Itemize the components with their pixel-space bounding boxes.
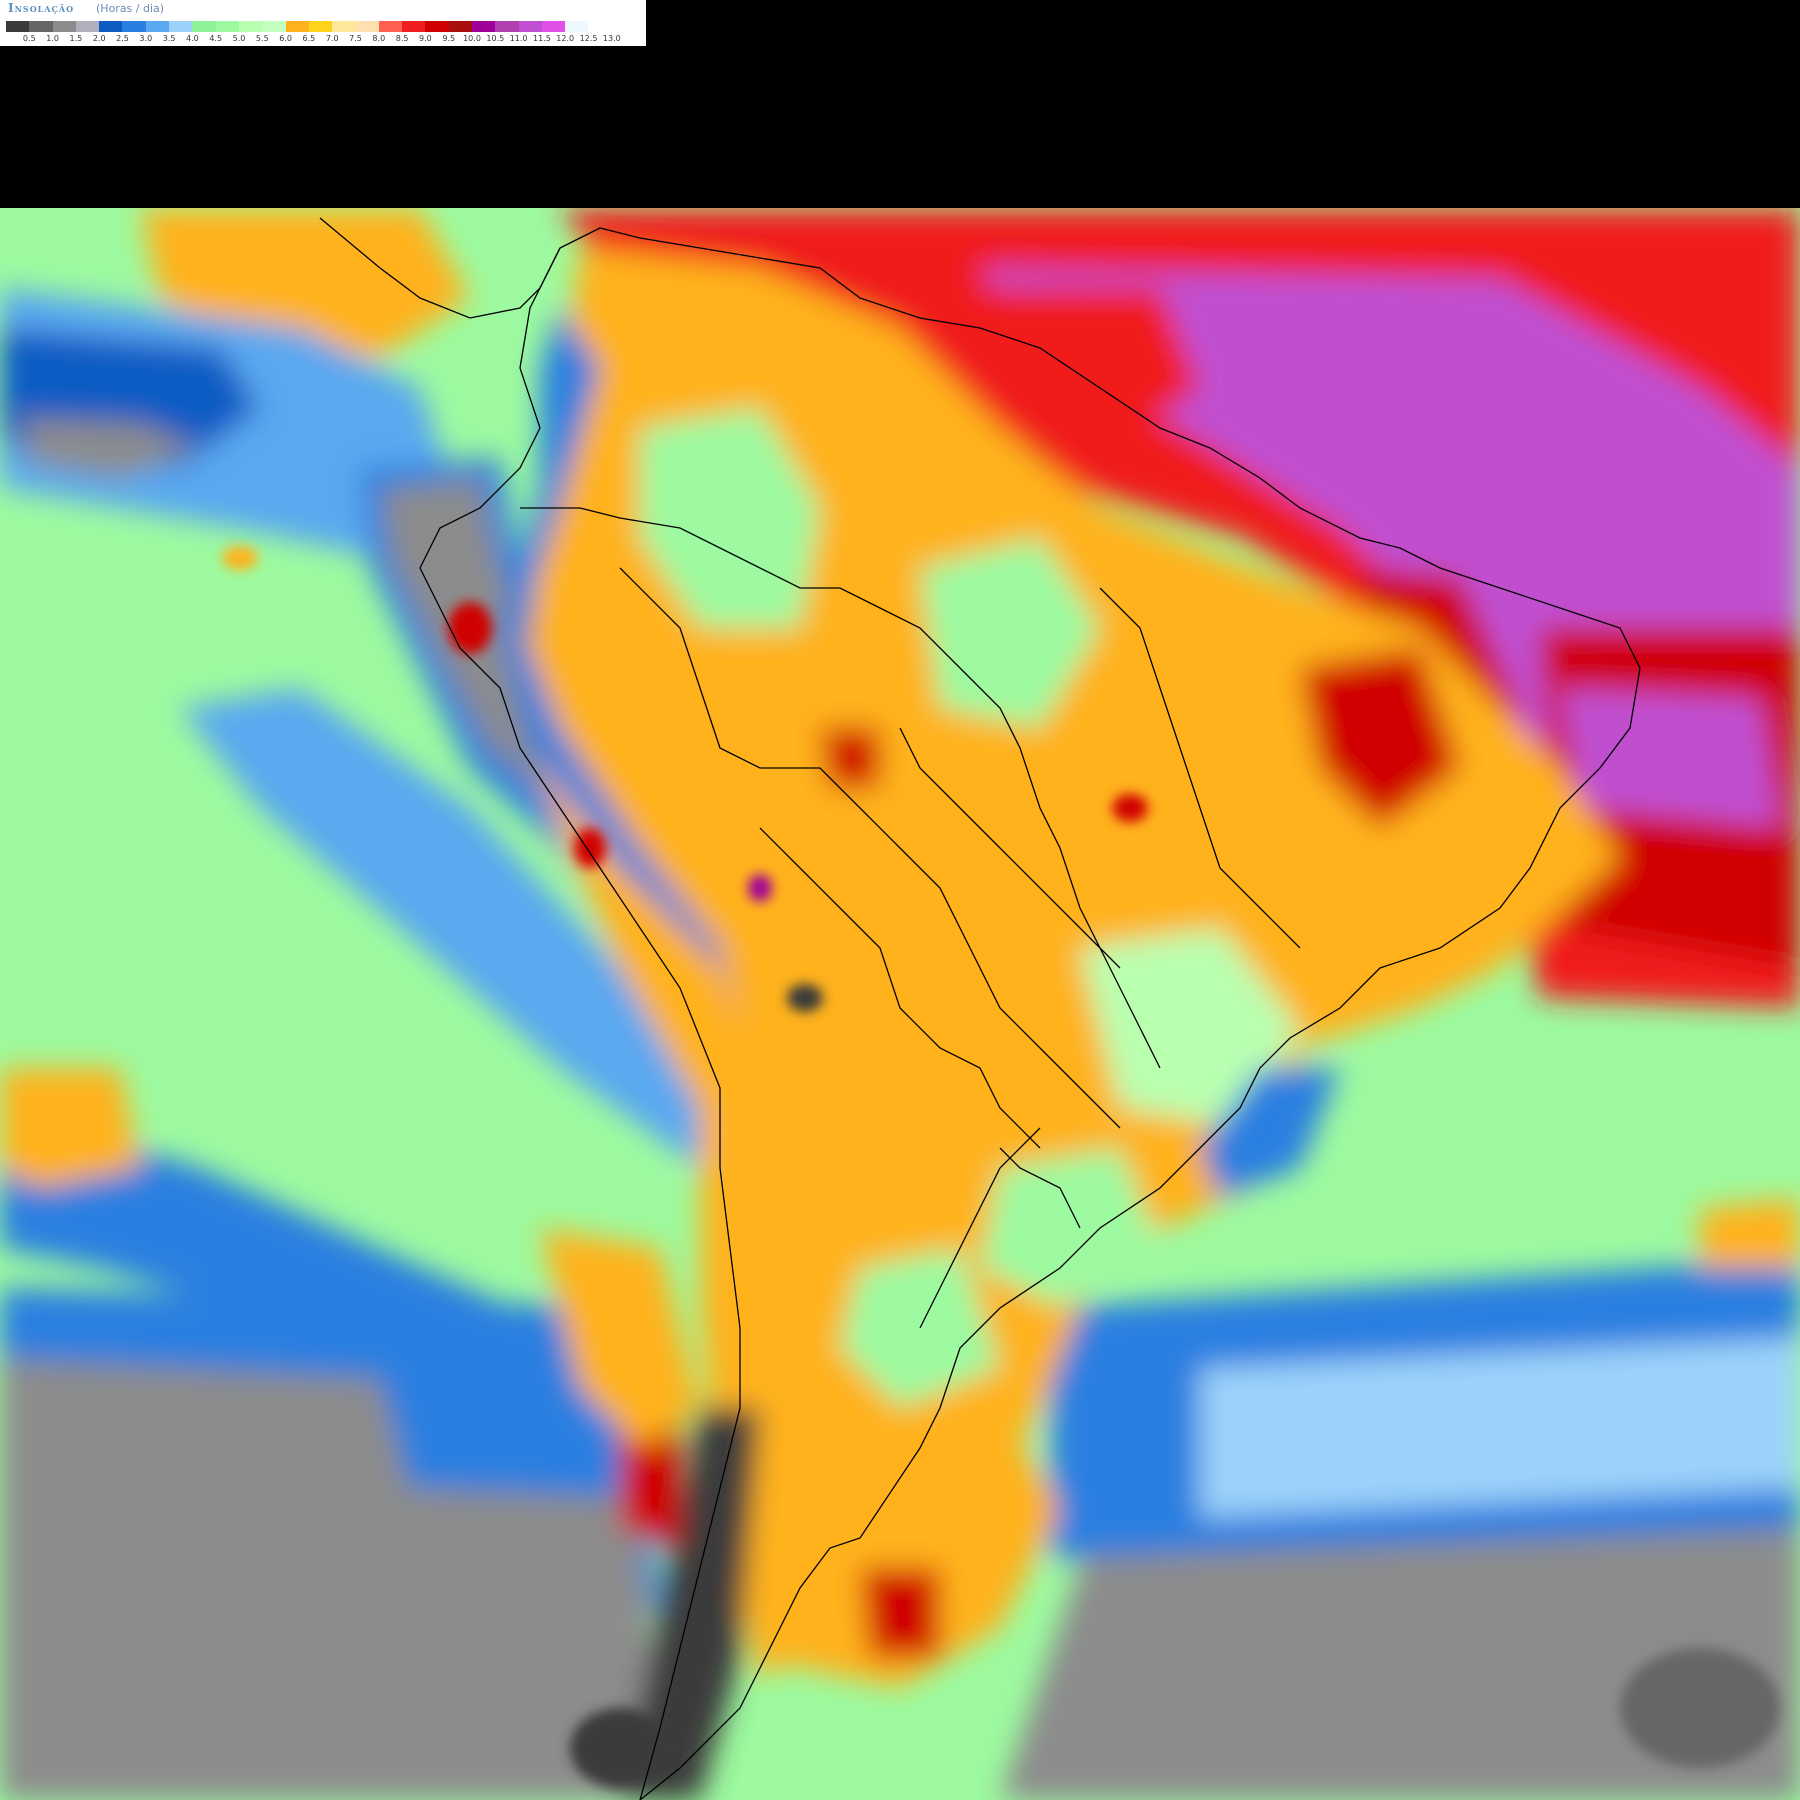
legend-tick-label: 0.5 [22,34,36,43]
legend: Insolação (Horas / dia) 0.5 1.0 1.5 2.0 2.5 3… [0,0,646,46]
legend-tick-label: 2.0 [92,34,106,43]
legend-swatch [518,21,542,32]
legend-swatch [192,21,216,32]
legend-swatch [52,21,76,32]
legend-title: Insolação [8,1,75,15]
legend-tick-label: 9.5 [442,34,456,43]
legend-swatch [402,21,426,32]
legend-swatch [122,21,146,32]
legend-swatch [6,21,30,32]
legend-swatch [332,21,356,32]
legend-tick-label: 3.0 [139,34,153,43]
legend-tick-label: 7.0 [325,34,339,43]
legend-tick-label: 10.0 [463,34,481,43]
legend-swatch [495,21,519,32]
legend-swatch [355,21,379,32]
legend-tick-labels: 0.5 1.0 1.5 2.0 2.5 3.0 3.5 4.0 4.5 5.0 5.5 6.0 6.5 7… [6,34,646,44]
legend-swatch [285,21,309,32]
legend-swatch [588,21,612,32]
legend-tick-label: 11.5 [532,34,551,43]
legend-color-bar [6,21,612,32]
legend-tick-label: 1.5 [69,34,83,43]
legend-swatch [145,21,170,32]
legend-swatch [541,21,566,32]
legend-tick-label: 2.5 [116,34,129,43]
legend-tick-label: 1.0 [46,34,59,43]
legend-swatch [262,21,286,32]
legend-tick-label: 3.5 [162,34,176,43]
map-canvas [0,208,1800,1800]
legend-units: (Horas / dia) [96,2,165,15]
legend-swatch [308,21,333,32]
legend-swatch [75,21,100,32]
legend-tick-label: 4.0 [186,34,199,43]
legend-swatch [448,21,472,32]
legend-tick-label: 11.0 [509,34,528,43]
legend-tick-label: 8.5 [395,34,409,43]
legend-tick-label: 6.0 [279,34,292,43]
legend-tick-label: 10.5 [486,34,505,43]
legend-tick-label: 13.0 [602,34,621,43]
legend-tick-label: 9.0 [419,34,432,43]
legend-tick-label: 4.5 [209,34,223,43]
legend-swatch [378,21,403,32]
legend-tick-label: 12.0 [556,34,575,43]
legend-swatch [215,21,239,32]
legend-swatch [99,21,123,32]
legend-swatch [471,21,496,32]
legend-swatch [169,21,193,32]
legend-swatch [238,21,263,32]
legend-swatch [565,21,589,32]
legend-tick-label: 8.0 [372,34,386,43]
legend-swatch [29,21,53,32]
legend-tick-label: 5.5 [255,34,269,43]
legend-swatch [425,21,449,32]
legend-tick-label: 5.0 [232,34,246,43]
legend-tick-label: 6.5 [302,34,316,43]
legend-tick-label: 7.5 [349,34,362,43]
insolation-map [0,208,1800,1800]
legend-tick-label: 12.5 [579,34,598,43]
